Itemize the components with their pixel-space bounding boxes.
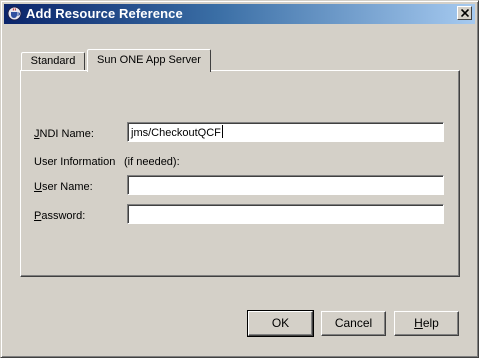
password-label: Password:: [34, 210, 86, 222]
close-button[interactable]: [457, 6, 472, 20]
user-name-label: User Name:: [34, 181, 93, 193]
close-icon: [461, 9, 469, 17]
java-cup-icon: [7, 6, 22, 21]
jndi-name-label: JNDI Name:: [34, 128, 94, 140]
ok-button[interactable]: OK: [247, 310, 314, 337]
add-resource-reference-dialog: Add Resource Reference Standard Sun ONE …: [0, 0, 479, 358]
text-caret: [221, 125, 223, 138]
jndi-name-field[interactable]: jms/CheckoutQCF: [127, 122, 444, 142]
window-title: Add Resource Reference: [26, 6, 183, 21]
tab-panel: [20, 70, 460, 277]
cancel-button[interactable]: Cancel: [321, 311, 386, 336]
title-bar[interactable]: Add Resource Reference: [4, 4, 475, 24]
password-field[interactable]: [127, 204, 444, 224]
tab-standard[interactable]: Standard: [21, 52, 85, 70]
help-button[interactable]: Help: [394, 311, 459, 336]
user-name-field[interactable]: [127, 175, 444, 195]
user-information-label: User Information: [34, 156, 116, 168]
tab-sun-one-app-server[interactable]: Sun ONE App Server: [87, 49, 211, 72]
user-information-hint: (if needed):: [124, 156, 180, 168]
